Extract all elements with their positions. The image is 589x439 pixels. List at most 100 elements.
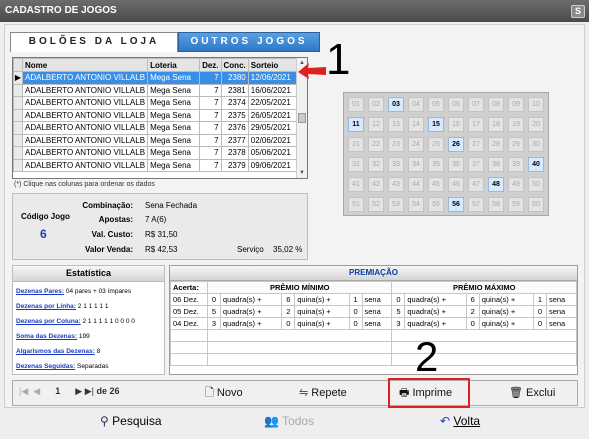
table-row[interactable]: ADALBERTO ANTONIO VILLALB Mega Sena 7 2378 0… xyxy=(13,146,299,160)
column-header-dez[interactable]: Dez. xyxy=(199,58,222,72)
window-title: CADASTRO DE JOGOS xyxy=(5,5,117,16)
table-cell[interactable]: 22/05/2021 xyxy=(247,96,299,110)
table-row[interactable]: ADALBERTO ANTONIO VILLALB Mega Sena 7 2376 2… xyxy=(13,121,299,135)
games-grid[interactable]: Nome Loteria Dez. Conc. Sorteio ▶ ADALBER… xyxy=(12,57,308,179)
premio-min-cell: 0 xyxy=(281,317,296,330)
stat-key[interactable]: Dezenas Pares: xyxy=(16,288,64,295)
premio-min-cell: sena xyxy=(361,305,393,318)
row-indicator[interactable] xyxy=(13,96,23,110)
table-cell[interactable]: 26/05/2021 xyxy=(247,108,299,122)
stat-item: Soma das Dezenas: 199 xyxy=(16,333,90,340)
table-cell[interactable]: 7 xyxy=(199,146,222,160)
table-row[interactable]: ADALBERTO ANTONIO VILLALB Mega Sena 7 2381 1… xyxy=(13,83,299,97)
table-cell[interactable]: Mega Sena xyxy=(147,133,201,147)
table-cell[interactable]: 05/06/2021 xyxy=(247,146,299,160)
table-cell[interactable]: 2374 xyxy=(220,96,249,110)
dezena-cell: 17 xyxy=(468,117,484,132)
close-button[interactable]: S xyxy=(571,5,585,18)
row-indicator[interactable] xyxy=(13,83,23,97)
table-cell[interactable]: 7 xyxy=(199,108,222,122)
novo-button[interactable]: 🗋 Novo xyxy=(205,385,243,403)
first-page-icon[interactable]: |◀ xyxy=(19,386,28,396)
premio-max-cell: sena xyxy=(545,305,578,318)
table-cell[interactable]: 2377 xyxy=(220,133,249,147)
table-row[interactable]: ADALBERTO ANTONIO VILLALB Mega Sena 7 2375 2… xyxy=(13,108,299,122)
prev-page-icon[interactable]: ◀ xyxy=(33,386,40,396)
column-header-loteria[interactable]: Loteria xyxy=(147,58,201,72)
table-cell[interactable]: Mega Sena xyxy=(147,71,201,85)
table-cell[interactable]: 7 xyxy=(199,133,222,147)
table-cell[interactable]: Mega Sena xyxy=(147,146,201,160)
table-cell[interactable]: ADALBERTO ANTONIO VILLALB xyxy=(21,96,149,110)
table-cell[interactable]: Mega Sena xyxy=(147,108,201,122)
column-header-conc[interactable]: Conc. xyxy=(220,58,249,72)
stat-key[interactable]: Algarismos das Dezenas: xyxy=(16,348,95,355)
table-cell[interactable]: 02/06/2021 xyxy=(247,133,299,147)
empty-cell xyxy=(170,341,208,354)
dezena-cell: 24 xyxy=(408,137,424,152)
premio-max-cell: quadra(s) + xyxy=(404,317,467,330)
scroll-down-icon[interactable]: ▼ xyxy=(297,168,307,178)
table-cell[interactable]: ADALBERTO ANTONIO VILLALB xyxy=(21,108,149,122)
page-number[interactable]: 1 xyxy=(55,386,60,396)
table-cell[interactable]: 7 xyxy=(199,96,222,110)
table-row[interactable]: ▶ ADALBERTO ANTONIO VILLALB Mega Sena 7 2380… xyxy=(13,71,299,85)
next-page-icon[interactable]: ▶ xyxy=(75,386,82,396)
exclui-button[interactable]: 🗑 Exclui xyxy=(509,385,555,403)
table-cell[interactable]: 7 xyxy=(199,121,222,135)
pesquisa-button[interactable]: ⚲ Pesquisa xyxy=(100,414,162,428)
tab-boloes-da-loja[interactable]: BOLÕES DA LOJA xyxy=(10,32,178,52)
row-indicator[interactable] xyxy=(13,108,23,122)
stat-key[interactable]: Dezenas por Coluna: xyxy=(16,318,81,325)
table-cell[interactable]: Mega Sena xyxy=(147,96,201,110)
row-pointer-icon[interactable]: ▶ xyxy=(13,71,23,85)
scroll-thumb[interactable] xyxy=(298,113,306,123)
table-cell[interactable]: 2375 xyxy=(220,108,249,122)
table-cell[interactable]: Mega Sena xyxy=(147,158,201,172)
table-cell[interactable]: ADALBERTO ANTONIO VILLALB xyxy=(21,133,149,147)
column-header-nome[interactable]: Nome xyxy=(21,58,149,72)
row-indicator[interactable] xyxy=(13,158,23,172)
valor-venda-value: R$ 42,53 xyxy=(145,245,178,254)
table-row[interactable]: ADALBERTO ANTONIO VILLALB Mega Sena 7 2377 0… xyxy=(13,133,299,147)
table-cell[interactable]: ADALBERTO ANTONIO VILLALB xyxy=(21,121,149,135)
row-indicator[interactable] xyxy=(13,146,23,160)
table-cell[interactable]: Mega Sena xyxy=(147,83,201,97)
table-cell[interactable]: 2379 xyxy=(220,158,249,172)
table-cell[interactable]: ADALBERTO ANTONIO VILLALB xyxy=(21,158,149,172)
table-cell[interactable]: ADALBERTO ANTONIO VILLALB xyxy=(21,71,149,85)
table-cell[interactable]: 09/06/2021 xyxy=(247,158,299,172)
stat-key[interactable]: Soma das Dezenas: xyxy=(16,333,77,340)
table-cell[interactable]: 16/06/2021 xyxy=(247,83,299,97)
stat-key[interactable]: Dezenas Seguidas: xyxy=(16,363,75,370)
dezena-cell: 49 xyxy=(508,177,524,192)
table-row[interactable]: ADALBERTO ANTONIO VILLALB Mega Sena 7 2374 2… xyxy=(13,96,299,110)
column-header-sorteio[interactable]: Sorteio xyxy=(247,58,299,72)
last-page-icon[interactable]: ▶| xyxy=(85,386,94,396)
table-row[interactable]: ADALBERTO ANTONIO VILLALB Mega Sena 7 2379 0… xyxy=(13,158,299,172)
row-indicator[interactable] xyxy=(13,121,23,135)
table-cell[interactable]: 2376 xyxy=(220,121,249,135)
table-cell[interactable]: 2381 xyxy=(220,83,249,97)
table-cell[interactable]: 29/05/2021 xyxy=(247,121,299,135)
row-indicator[interactable] xyxy=(13,133,23,147)
table-cell[interactable]: 2380 xyxy=(220,71,249,85)
table-cell[interactable]: ADALBERTO ANTONIO VILLALB xyxy=(21,146,149,160)
volta-button[interactable]: ↶ Volta xyxy=(440,414,480,428)
table-cell[interactable]: 7 xyxy=(199,158,222,172)
todos-button[interactable]: 👥 Todos xyxy=(264,414,314,428)
premio-min-cell: quina(s) + xyxy=(294,305,350,318)
repete-button[interactable]: ⇋ Repete xyxy=(299,385,347,403)
table-cell[interactable]: ADALBERTO ANTONIO VILLALB xyxy=(21,83,149,97)
premio-min-cell: 6 xyxy=(281,293,296,306)
table-cell[interactable]: 2378 xyxy=(220,146,249,160)
table-cell[interactable]: 7 xyxy=(199,71,222,85)
table-cell[interactable]: Mega Sena xyxy=(147,121,201,135)
tab-outros-jogos[interactable]: OUTROS JOGOS xyxy=(178,32,320,52)
table-cell[interactable]: 12/06/2021 xyxy=(247,71,299,85)
table-cell[interactable]: 7 xyxy=(199,83,222,97)
dezena-cell: 11 xyxy=(348,117,364,132)
acerta-dezenas: 06 Dez. xyxy=(170,293,208,306)
codigo-jogo-value: 6 xyxy=(40,227,47,241)
stat-key[interactable]: Dezenas por Linha: xyxy=(16,303,76,310)
